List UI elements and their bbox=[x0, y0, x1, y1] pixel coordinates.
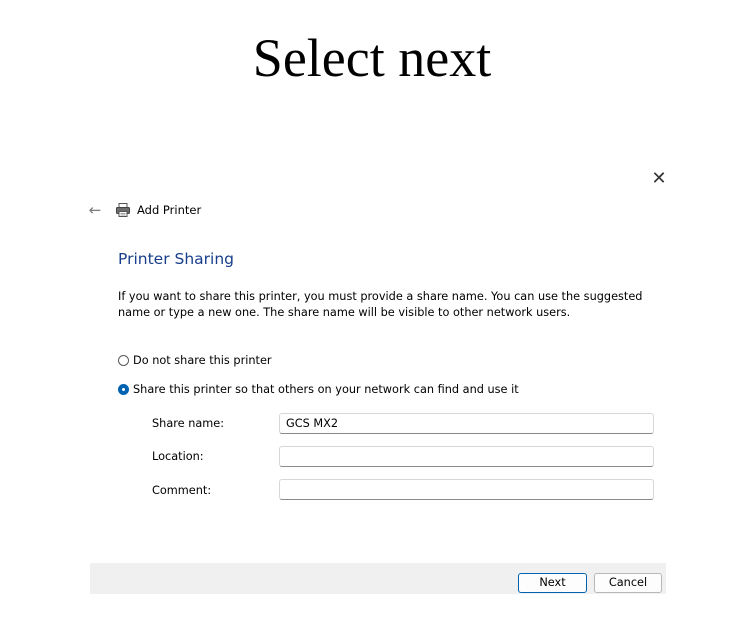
back-arrow-icon[interactable]: ← bbox=[86, 200, 104, 220]
location-input[interactable] bbox=[279, 446, 654, 467]
location-label: Location: bbox=[152, 450, 204, 463]
radio-do-not-share[interactable]: Do not share this printer bbox=[118, 351, 272, 369]
share-name-label: Share name: bbox=[152, 417, 225, 430]
radio-do-not-share-indicator[interactable] bbox=[118, 354, 129, 366]
instruction-caption: Select next bbox=[252, 28, 492, 88]
close-icon[interactable]: ✕ bbox=[650, 168, 668, 190]
window-title: Add Printer bbox=[137, 203, 202, 217]
printer-icon bbox=[116, 203, 130, 217]
sharing-description: If you want to share this printer, you m… bbox=[118, 290, 643, 319]
radio-share[interactable]: Share this printer so that others on you… bbox=[118, 380, 519, 398]
next-button[interactable]: Next bbox=[518, 573, 587, 593]
section-title: Printer Sharing bbox=[118, 250, 234, 268]
cancel-button[interactable]: Cancel bbox=[594, 573, 662, 593]
radio-share-label: Share this printer so that others on you… bbox=[133, 382, 519, 396]
share-name-input[interactable] bbox=[279, 413, 654, 434]
comment-label: Comment: bbox=[152, 484, 212, 497]
radio-share-indicator[interactable] bbox=[118, 383, 129, 395]
radio-do-not-share-label: Do not share this printer bbox=[133, 353, 272, 367]
comment-input[interactable] bbox=[279, 479, 654, 500]
